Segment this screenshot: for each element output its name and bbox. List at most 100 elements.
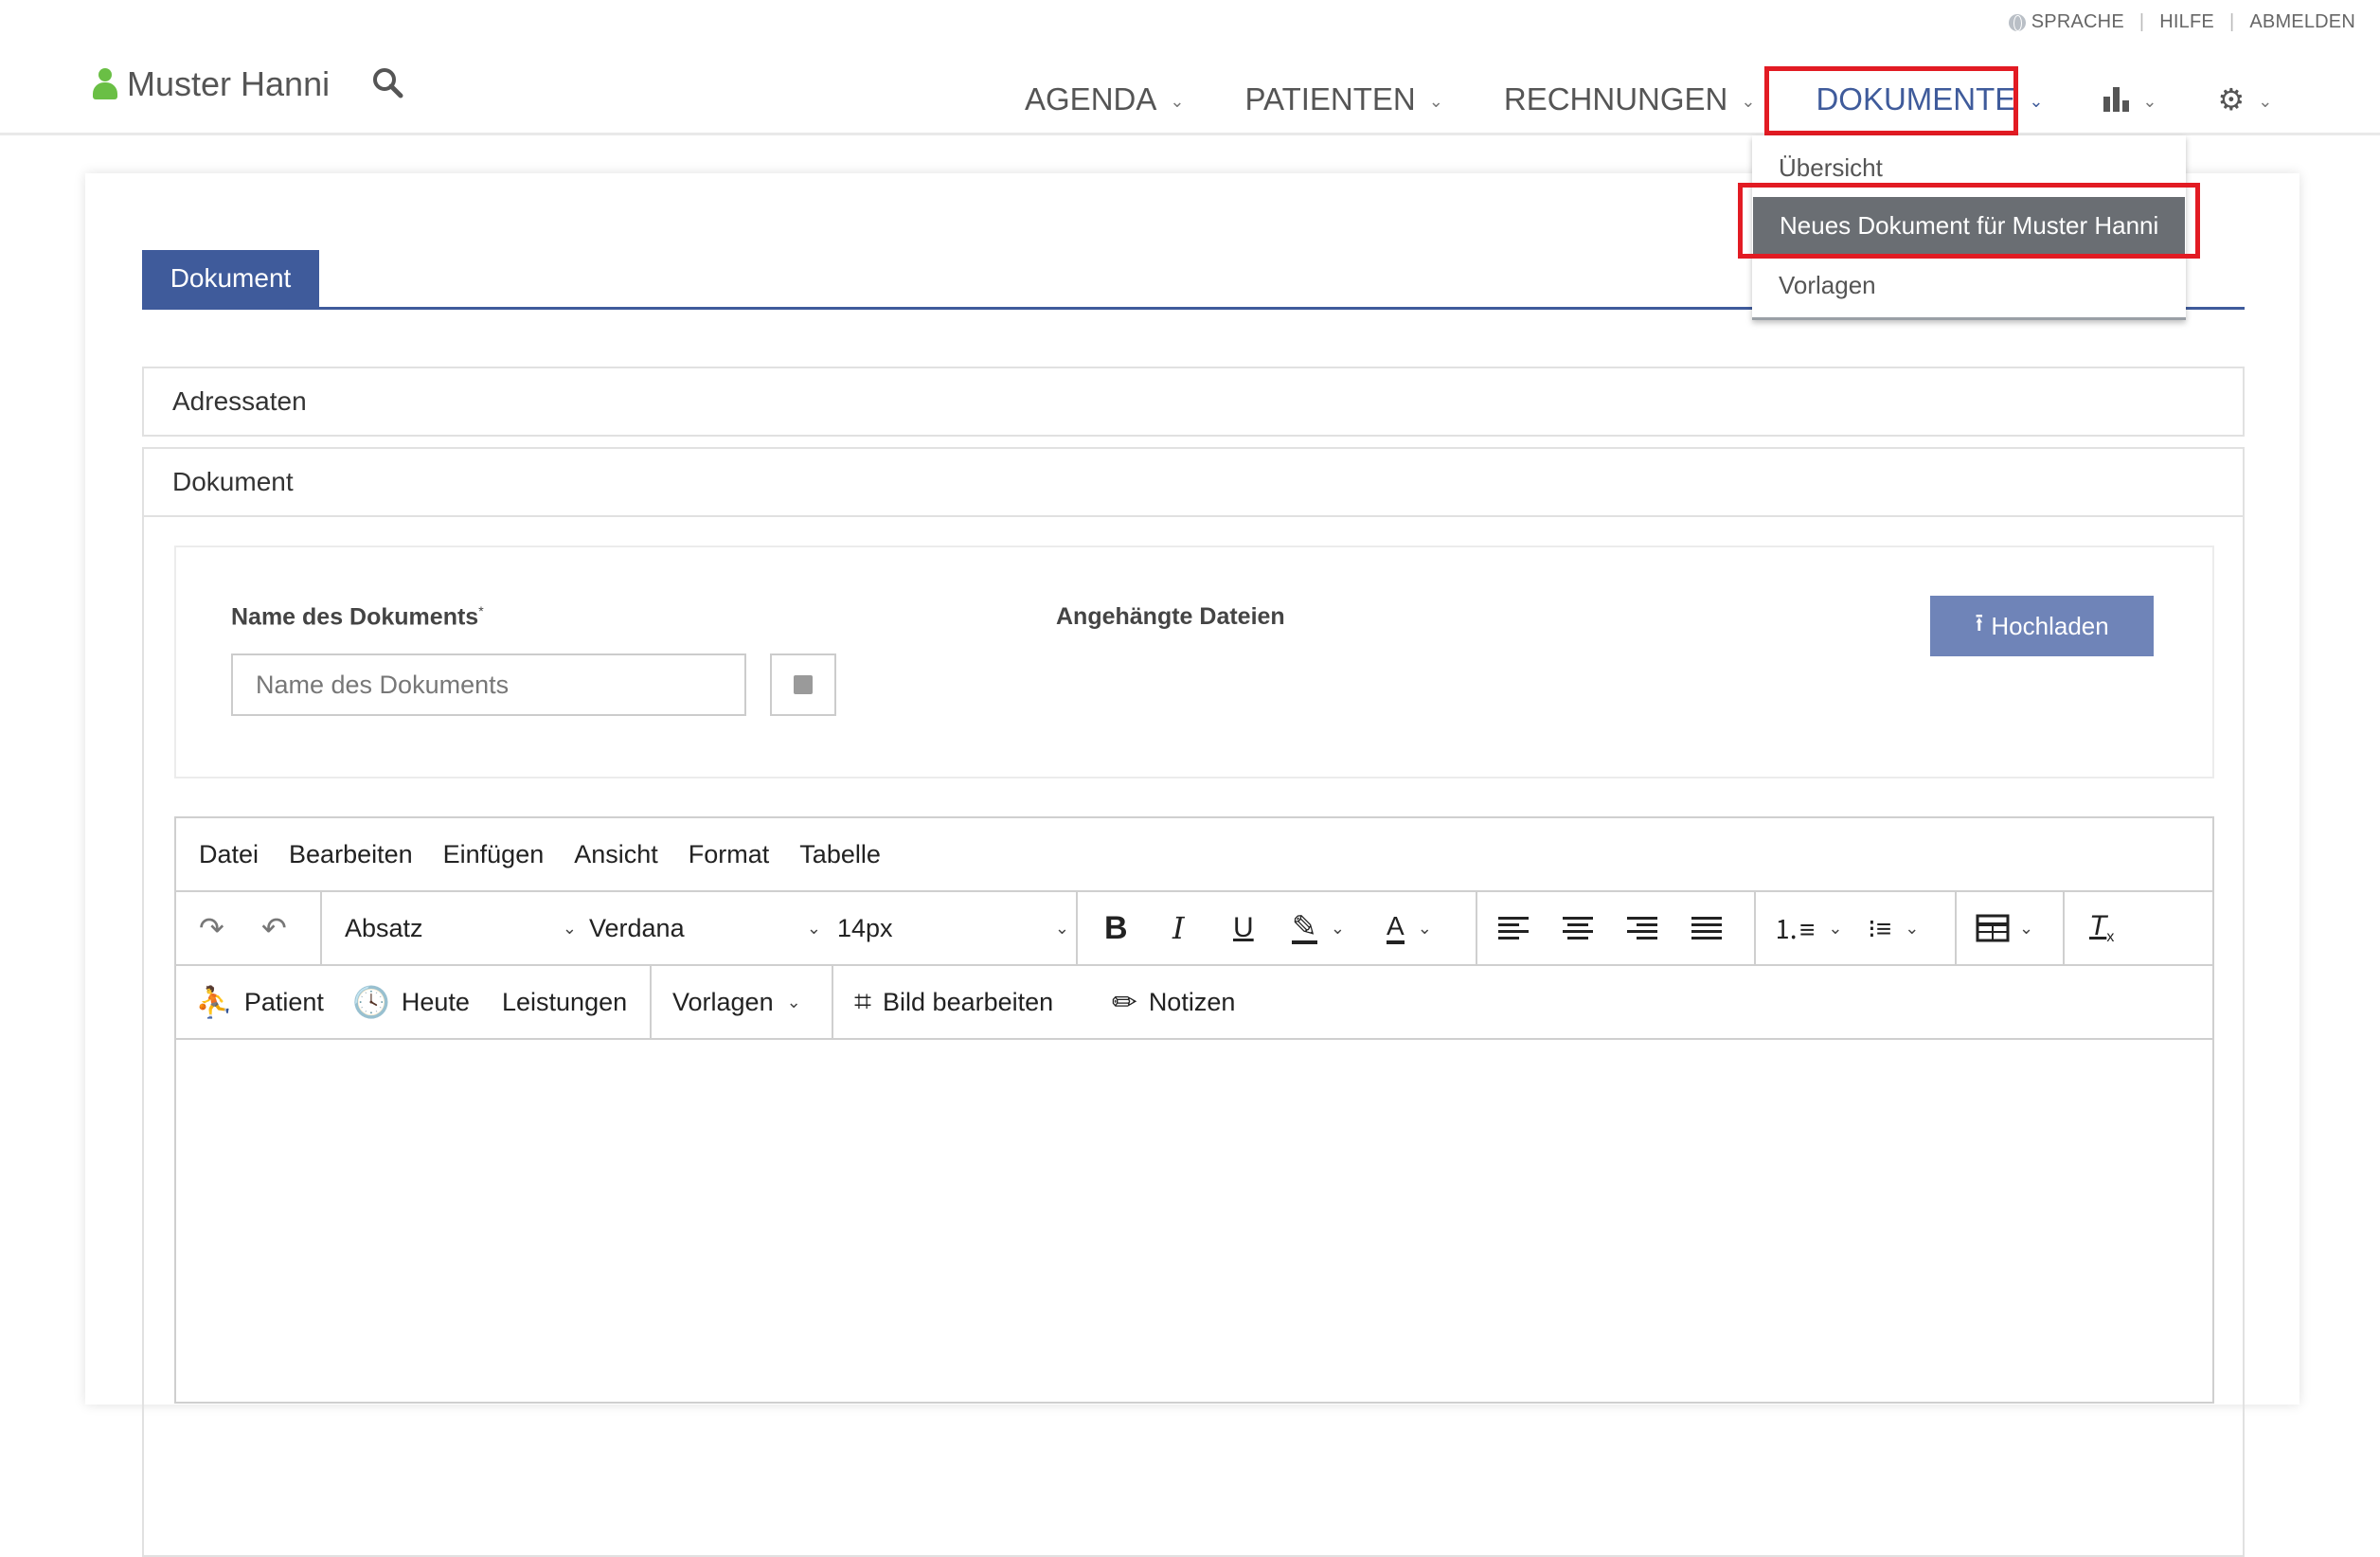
font-size-select[interactable]: 14px ⌄ [837, 892, 1069, 964]
tab-document[interactable]: Dokument [142, 250, 319, 307]
document-panel-title: Dokument [172, 467, 294, 496]
chevron-down-icon: ⌄ [562, 918, 577, 938]
upload-button[interactable]: ⭱ Hochladen [1930, 596, 2154, 656]
edit-image-label: Bild bearbeiten [883, 987, 1054, 1016]
highlight-new-document [1738, 183, 2200, 259]
bold-button[interactable]: B [1104, 892, 1128, 964]
rich-text-editor: Datei Bearbeiten Einfügen Ansicht Format… [174, 816, 2214, 1404]
menu-table[interactable]: Tabelle [799, 840, 881, 869]
table-icon [1976, 914, 2010, 942]
align-right-icon [1627, 917, 1657, 940]
text-color-icon: A [1387, 912, 1405, 944]
user-icon [93, 68, 117, 100]
nav-patients[interactable]: PATIENTEN ⌄ [1244, 81, 1442, 117]
insert-today-button[interactable]: 🕓 Heute [352, 966, 470, 1038]
separator [650, 966, 652, 1038]
square-icon [794, 675, 813, 694]
clear-format-button[interactable]: Tx [2089, 892, 2114, 964]
clock-icon: 🕓 [352, 985, 390, 1019]
nav-patients-label: PATIENTEN [1244, 81, 1416, 116]
underline-button[interactable]: U [1233, 892, 1254, 964]
redo-button[interactable]: ↷ [199, 892, 224, 964]
numbered-list-button[interactable]: ⒈≡ ⌄ [1773, 892, 1842, 964]
numbered-list-icon: ⒈≡ [1773, 915, 1816, 944]
text-color-button[interactable]: A ⌄ [1387, 892, 1432, 964]
editor-content-area[interactable] [176, 1040, 2212, 1400]
dropdown-item-templates[interactable]: Vorlagen [1752, 260, 2186, 310]
recipients-panel-title: Adressaten [172, 386, 307, 416]
insert-services-label: Leistungen [502, 987, 628, 1016]
menu-file[interactable]: Datei [199, 840, 259, 869]
recipients-panel-header[interactable]: Adressaten [142, 367, 2245, 437]
menu-edit[interactable]: Bearbeiten [289, 840, 413, 869]
align-center-button[interactable] [1563, 892, 1593, 964]
insert-services-button[interactable]: Leistungen [502, 966, 627, 1038]
insert-patient-label: Patient [243, 987, 324, 1016]
insert-patient-button[interactable]: ⛹ Patient [195, 966, 324, 1038]
name-addon-button[interactable] [770, 653, 836, 716]
italic-button[interactable]: I [1172, 892, 1185, 964]
chevron-down-icon: ⌄ [2019, 918, 2034, 938]
undo-button[interactable]: ↶ [261, 892, 287, 964]
separator: | [2228, 11, 2235, 32]
highlight-documents-menu [1764, 66, 2018, 135]
chevron-down-icon: ⌄ [1170, 91, 1185, 111]
bullet-list-button[interactable]: ⁝≡ ⌄ [1868, 892, 1919, 964]
notes-button[interactable]: ✏ Notizen [1112, 966, 1235, 1038]
edit-image-button[interactable]: ⌗ Bild bearbeiten [854, 966, 1053, 1038]
editor-toolbar-formatting: ↷ ↶ Absatz ⌄ Verdana ⌄ 14px ⌄ B I U ✎ ⌄ … [176, 892, 2212, 966]
insert-table-button[interactable]: ⌄ [1976, 892, 2033, 964]
menu-format[interactable]: Format [689, 840, 770, 869]
nav-settings[interactable]: ⚙ ⌄ [2218, 81, 2273, 117]
editor-toolbar-custom: ⛹ Patient 🕓 Heute Leistungen Vorlagen ⌄ … [176, 966, 2212, 1040]
highlight-color-button[interactable]: ✎ ⌄ [1292, 892, 1345, 964]
block-format-value: Absatz [345, 913, 423, 942]
notes-label: Notizen [1148, 987, 1236, 1016]
align-right-button[interactable] [1627, 892, 1657, 964]
logout-link[interactable]: ABMELDEN [2249, 11, 2355, 33]
nav-invoices-label: RECHNUNGEN [1503, 81, 1728, 116]
language-link[interactable]: SPRACHE [2008, 11, 2124, 33]
editor-menubar: Datei Bearbeiten Einfügen Ansicht Format… [176, 818, 2212, 892]
templates-label: Vorlagen [672, 987, 774, 1016]
person-icon: ⛹ [195, 985, 233, 1019]
separator [1476, 892, 1477, 964]
align-left-button[interactable] [1498, 892, 1529, 964]
menu-view[interactable]: Ansicht [574, 840, 658, 869]
separator [320, 892, 322, 964]
nav-invoices[interactable]: RECHNUNGEN ⌄ [1504, 81, 1756, 117]
chevron-down-icon: ⌄ [1428, 91, 1443, 111]
block-format-select[interactable]: Absatz ⌄ [345, 892, 577, 964]
help-link[interactable]: HILFE [2159, 11, 2214, 33]
marker-icon: ✎ [1292, 909, 1317, 944]
language-label: SPRACHE [2031, 11, 2124, 32]
bar-chart-icon [2103, 87, 2130, 112]
align-left-icon [1498, 917, 1529, 940]
name-label: Name des Dokuments* [231, 603, 484, 631]
document-panel-header[interactable]: Dokument [142, 447, 2245, 517]
separator [1955, 892, 1957, 964]
crop-icon: ⌗ [854, 984, 872, 1018]
nav-statistics[interactable]: ⌄ [2103, 87, 2157, 112]
separator [2063, 892, 2065, 964]
main-header: Muster Hanni AGENDA ⌄ PATIENTEN ⌄ RECHNU… [0, 38, 2380, 135]
upload-button-label: Hochladen [1991, 611, 2109, 640]
templates-select[interactable]: Vorlagen ⌄ [672, 966, 801, 1038]
main-nav: AGENDA ⌄ PATIENTEN ⌄ RECHNUNGEN ⌄ DOKUME… [1025, 81, 2272, 117]
align-justify-button[interactable] [1691, 892, 1722, 964]
current-patient[interactable]: Muster Hanni [93, 64, 330, 104]
menu-insert[interactable]: Einfügen [443, 840, 545, 869]
chevron-down-icon: ⌄ [1330, 918, 1345, 938]
chevron-down-icon: ⌄ [806, 918, 821, 938]
nav-agenda[interactable]: AGENDA ⌄ [1025, 81, 1184, 117]
chevron-down-icon: ⌄ [1741, 91, 1756, 111]
italic-icon: I [1172, 910, 1185, 946]
underline-icon: U [1233, 912, 1254, 943]
search-icon[interactable] [371, 66, 403, 98]
globe-icon [2008, 13, 2026, 31]
pencil-icon: ✏ [1112, 985, 1137, 1019]
font-family-select[interactable]: Verdana ⌄ [589, 892, 821, 964]
attachments-label: Angehängte Dateien [1056, 603, 1285, 630]
chevron-down-icon: ⌄ [1054, 918, 1069, 938]
document-name-input[interactable] [231, 653, 746, 716]
